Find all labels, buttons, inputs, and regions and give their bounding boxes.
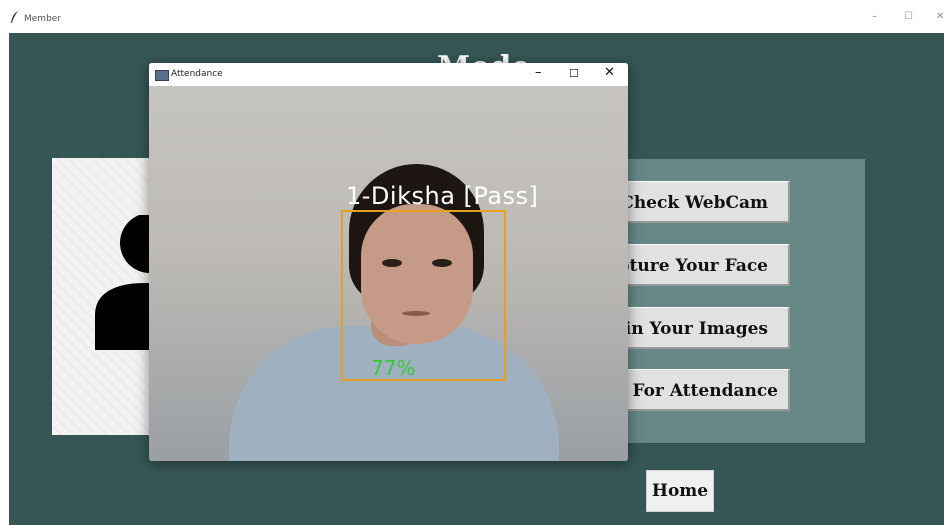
home-button[interactable]: Home [646,470,714,512]
app-window-icon [155,70,169,81]
face-detection-box [341,210,506,381]
window-minimize-button[interactable]: – [872,11,877,22]
window-maximize-button[interactable]: ☐ [904,11,913,22]
attendance-close-button[interactable]: ✕ [604,65,615,80]
feather-icon [11,11,18,23]
attendance-window: Attendance – ☐ ✕ 1-Diksha [Pass] 77% [149,63,628,461]
attendance-titlebar: Attendance – ☐ ✕ [149,63,628,86]
attendance-minimize-button[interactable]: – [535,65,542,80]
attendance-maximize-button[interactable]: ☐ [569,67,579,80]
window-title: Member [24,14,62,24]
window-close-button[interactable]: ✕ [936,11,944,22]
confidence-label: 77% [371,356,416,380]
user-icon [95,215,155,350]
window-titlebar: Member – ☐ ✕ [0,0,944,33]
recognized-name-label: 1-Diksha [Pass] [346,182,539,210]
attendance-title: Attendance [171,69,223,79]
check-webcam-label: Check WebCam [620,193,768,213]
webcam-feed: 1-Diksha [Pass] 77% [149,86,628,461]
